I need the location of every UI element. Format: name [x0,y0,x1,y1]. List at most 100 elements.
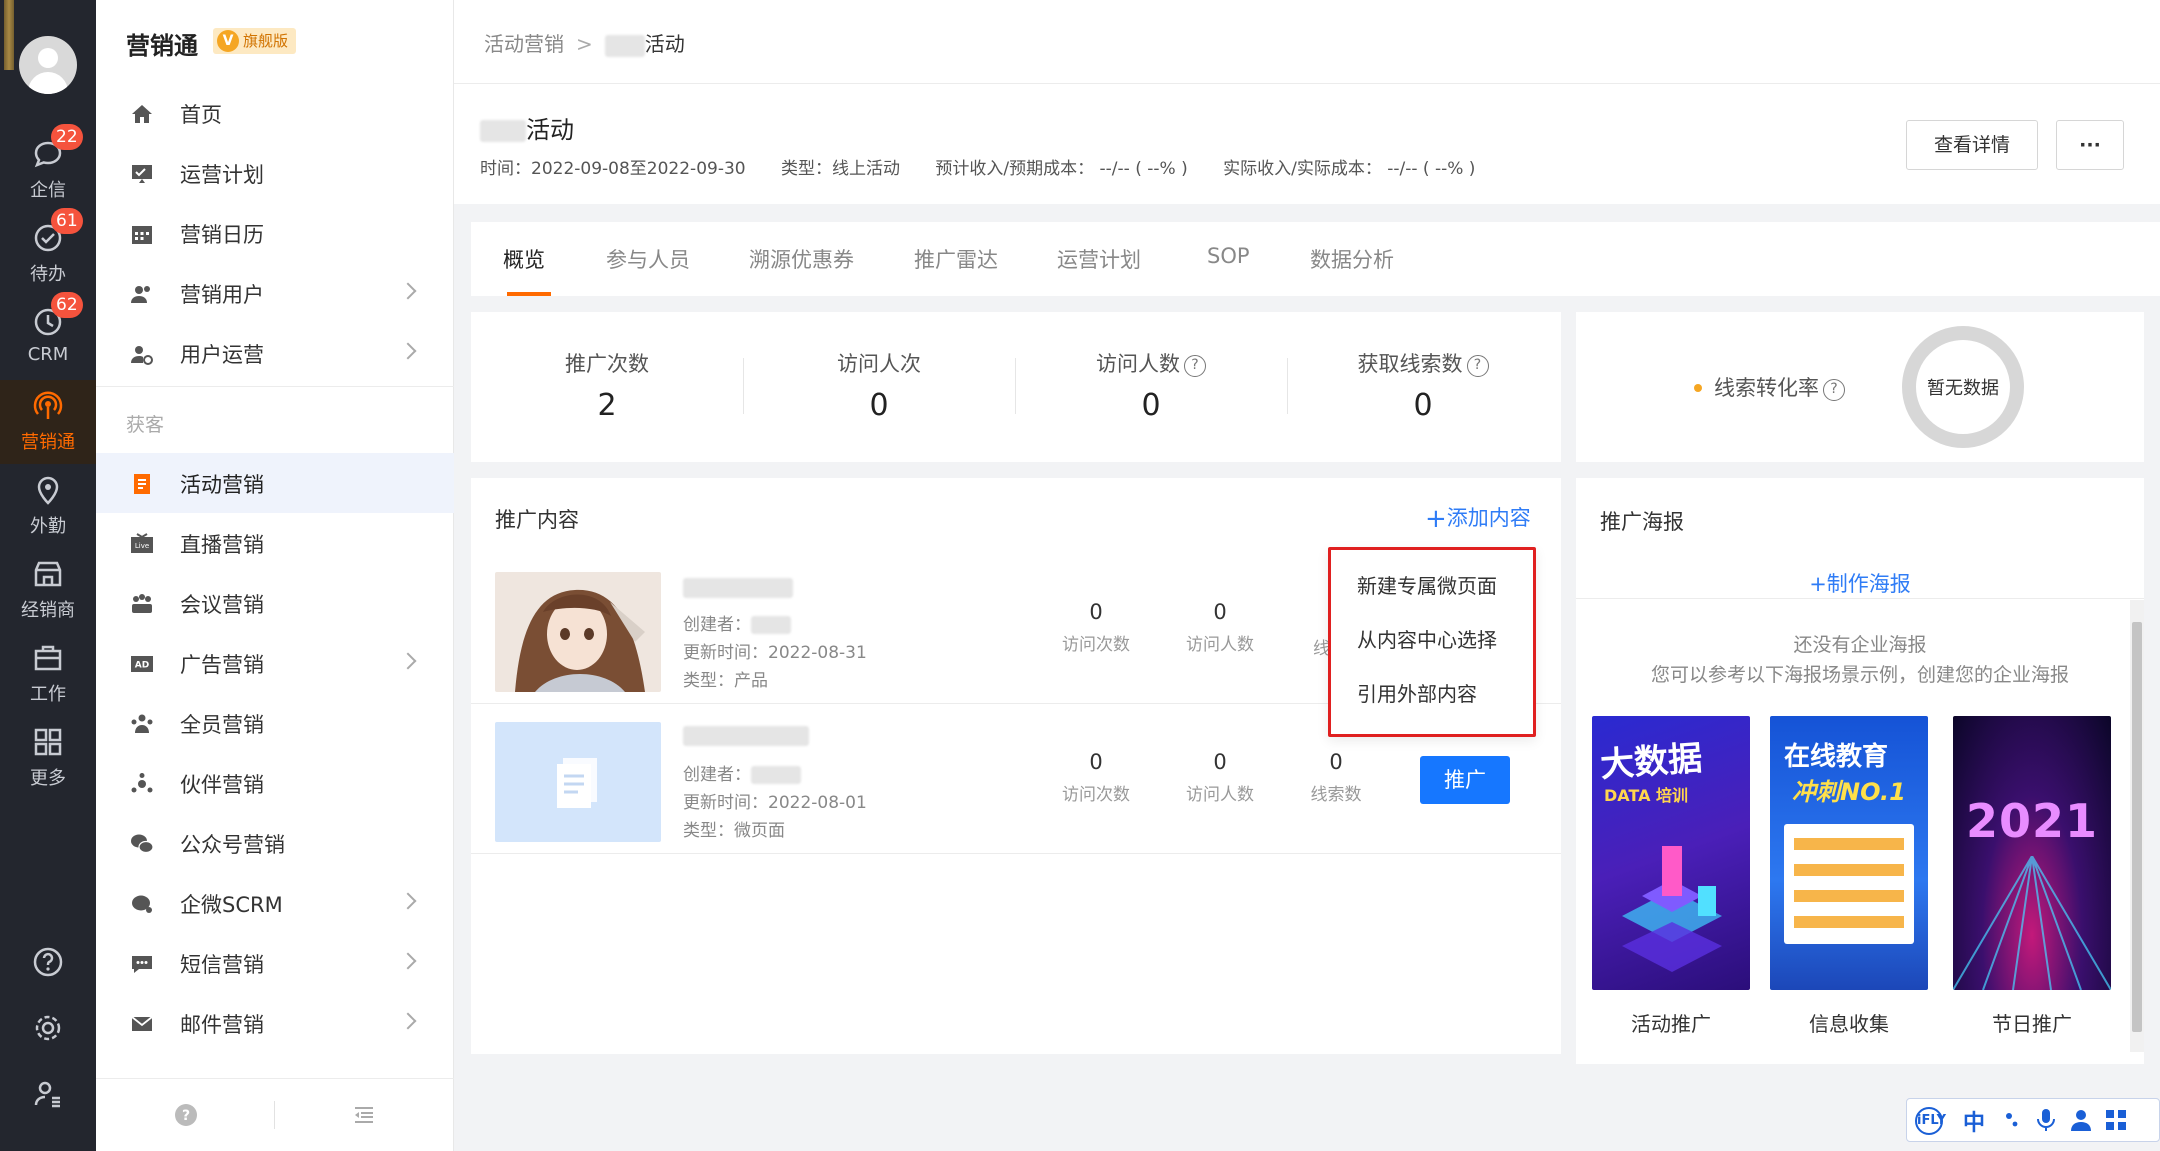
divider [96,386,454,387]
menu-item-external-content[interactable]: 引用外部内容 [1357,678,1477,707]
sidebar-item-live-marketing[interactable]: Live 直播营销 [96,513,454,573]
view-details-button[interactable]: 查看详情 [1906,120,2038,170]
ime-language-toggle[interactable]: 中 [1963,1105,1985,1137]
collapse-menu-icon[interactable] [352,1103,376,1127]
tab-ops-plan[interactable]: 运营计划 [1057,244,1141,274]
sidebar-item-user-ops[interactable]: 用户运营 [96,323,454,383]
sidebar-item-wecom-scrm[interactable]: 企微SCRM [96,873,454,933]
poster-holiday[interactable]: 2021 [1953,716,2111,990]
content-updated: 更新时间：2022-08-31 [683,643,867,663]
help-icon[interactable]: ? [1184,355,1206,377]
store-icon [34,561,62,587]
light-beams-illustration [1953,856,2111,990]
rail-item-work[interactable]: 工作 [0,632,96,716]
form-illustration [1784,824,1914,944]
punctuation-icon[interactable] [2003,1109,2025,1131]
rail-label: 经销商 [21,600,75,621]
scrollbar-thumb[interactable] [2132,622,2142,1032]
rail-item-crm[interactable]: 62 CRM [0,292,96,380]
ime-logo[interactable]: iFLY [1915,1107,1946,1135]
tab-sop[interactable]: SOP [1207,244,1250,268]
sidebar-item-partner-marketing[interactable]: 伙伴营销 [96,753,454,813]
add-content-button[interactable]: +添加内容 [1425,502,1531,534]
rail-label: 营销通 [21,432,75,453]
sidebar-item-ad-marketing[interactable]: AD 广告营销 [96,633,454,693]
stat-value: 0 [869,388,889,423]
sidebar-item-email-marketing[interactable]: 邮件营销 [96,993,454,1053]
rail-item-dealer[interactable]: 经销商 [0,548,96,632]
avatar[interactable] [19,36,77,94]
sidebar-item-sms-marketing[interactable]: 短信营销 [96,933,454,993]
activity-header: 活动 时间：2022-09-08至2022-09-30 类型：线上活动 预计收入… [454,84,2160,204]
make-poster-button[interactable]: +制作海报 [1576,568,2144,598]
poster-label: 节日推广 [1992,1012,2072,1036]
live-tv-icon: Live [131,533,153,553]
sidebar-item-label: 直播营销 [180,533,264,557]
plan-board-icon [132,165,152,183]
posters-scrollbar[interactable] [2130,600,2144,1052]
sidebar-item-calendar[interactable]: 营销日历 [96,203,454,263]
rail-item-qixin[interactable]: 22 企信 [0,124,96,212]
rail-item-marketing[interactable]: 营销通 [0,380,96,464]
rail-item-todo[interactable]: 61 待办 [0,208,96,296]
breadcrumb-parent[interactable]: 活动营销 [484,32,564,56]
sidebar-item-marketing-users[interactable]: 营销用户 [96,263,454,323]
tab-participants[interactable]: 参与人员 [606,244,690,274]
poster-label: 活动推广 [1631,1012,1711,1036]
product-image [495,572,661,692]
poster-info-collection[interactable]: 在线教育 冲刺NO.1 [1770,716,1928,990]
sidebar-item-all-staff-marketing[interactable]: 全员营销 [96,693,454,753]
rail-badge: 22 [51,124,83,150]
sidebar-item-home[interactable]: 首页 [96,83,454,143]
menu-item-new-micropage[interactable]: 新建专属微页面 [1357,570,1497,599]
sidebar-item-label: 首页 [180,103,222,127]
help-icon[interactable]: ? [174,1103,198,1127]
help-icon[interactable]: ? [1466,355,1489,377]
poster-activity[interactable]: 大数据 DATA 培训 [1592,716,1750,990]
gear-icon[interactable] [32,1012,64,1044]
visitors-metric: 0 访问人数 [1186,750,1254,805]
help-icon[interactable] [32,946,64,978]
rail-decoration [4,0,14,70]
sidebar-item-official-account[interactable]: 公众号营销 [96,813,454,873]
help-icon[interactable]: ? [1823,379,1845,401]
user-icon[interactable] [2069,1107,2093,1133]
sidebar-item-activity-marketing[interactable]: 活动营销 [96,453,454,513]
microphone-icon[interactable] [2035,1107,2057,1133]
tab-radar[interactable]: 推广雷达 [914,244,998,274]
conversion-label: 线索转化率? [1714,372,1845,402]
actual-income: 实际收入/实际成本： --/-- ( --% ) [1223,159,1476,179]
page-title: 活动 [480,110,574,145]
wecom-icon [132,895,152,913]
mail-icon [131,1016,153,1031]
sidebar-item-meeting-marketing[interactable]: 会议营销 [96,573,454,633]
empty-text: 还没有企业海报 [1793,634,1927,656]
user-settings-icon[interactable] [32,1078,64,1110]
svg-text:AD: AD [135,661,149,671]
rail-badge: 61 [51,208,83,234]
content-creator: 创建者： [683,610,791,635]
tab-analytics[interactable]: 数据分析 [1310,244,1394,274]
sidebar-item-label: 企微SCRM [180,893,283,917]
rail-item-field[interactable]: 外勤 [0,464,96,548]
tab-coupons[interactable]: 溯源优惠券 [749,244,854,274]
sidebar-item-ops-plan[interactable]: 运营计划 [96,143,454,203]
menu-item-content-center[interactable]: 从内容中心选择 [1357,624,1497,653]
promote-button[interactable]: 推广 [1420,756,1510,804]
leads-metric: 0 线索数 [1310,750,1362,805]
top-bar: 活动营销 > 活动 [454,0,2160,84]
conversion-donut: 暂无数据 [1902,326,2024,448]
plus-icon: + [1425,504,1447,534]
sidebar-item-label: 会议营销 [180,593,264,617]
sidebar-item-label: 邮件营销 [180,1013,264,1037]
users-icon [131,286,150,303]
add-content-menu: 新建专属微页面 从内容中心选择 引用外部内容 [1328,547,1536,737]
briefcase-icon [34,645,62,671]
apps-grid-icon[interactable] [2105,1109,2127,1131]
more-options-button[interactable]: ··· [2056,120,2124,170]
stat-leads: 获取线索数? 0 [1287,312,1559,462]
rail-item-more[interactable]: 更多 [0,716,96,800]
grid-icon [34,728,62,756]
tab-overview[interactable]: 概览 [503,244,545,274]
content-type: 类型：产品 [683,671,768,691]
